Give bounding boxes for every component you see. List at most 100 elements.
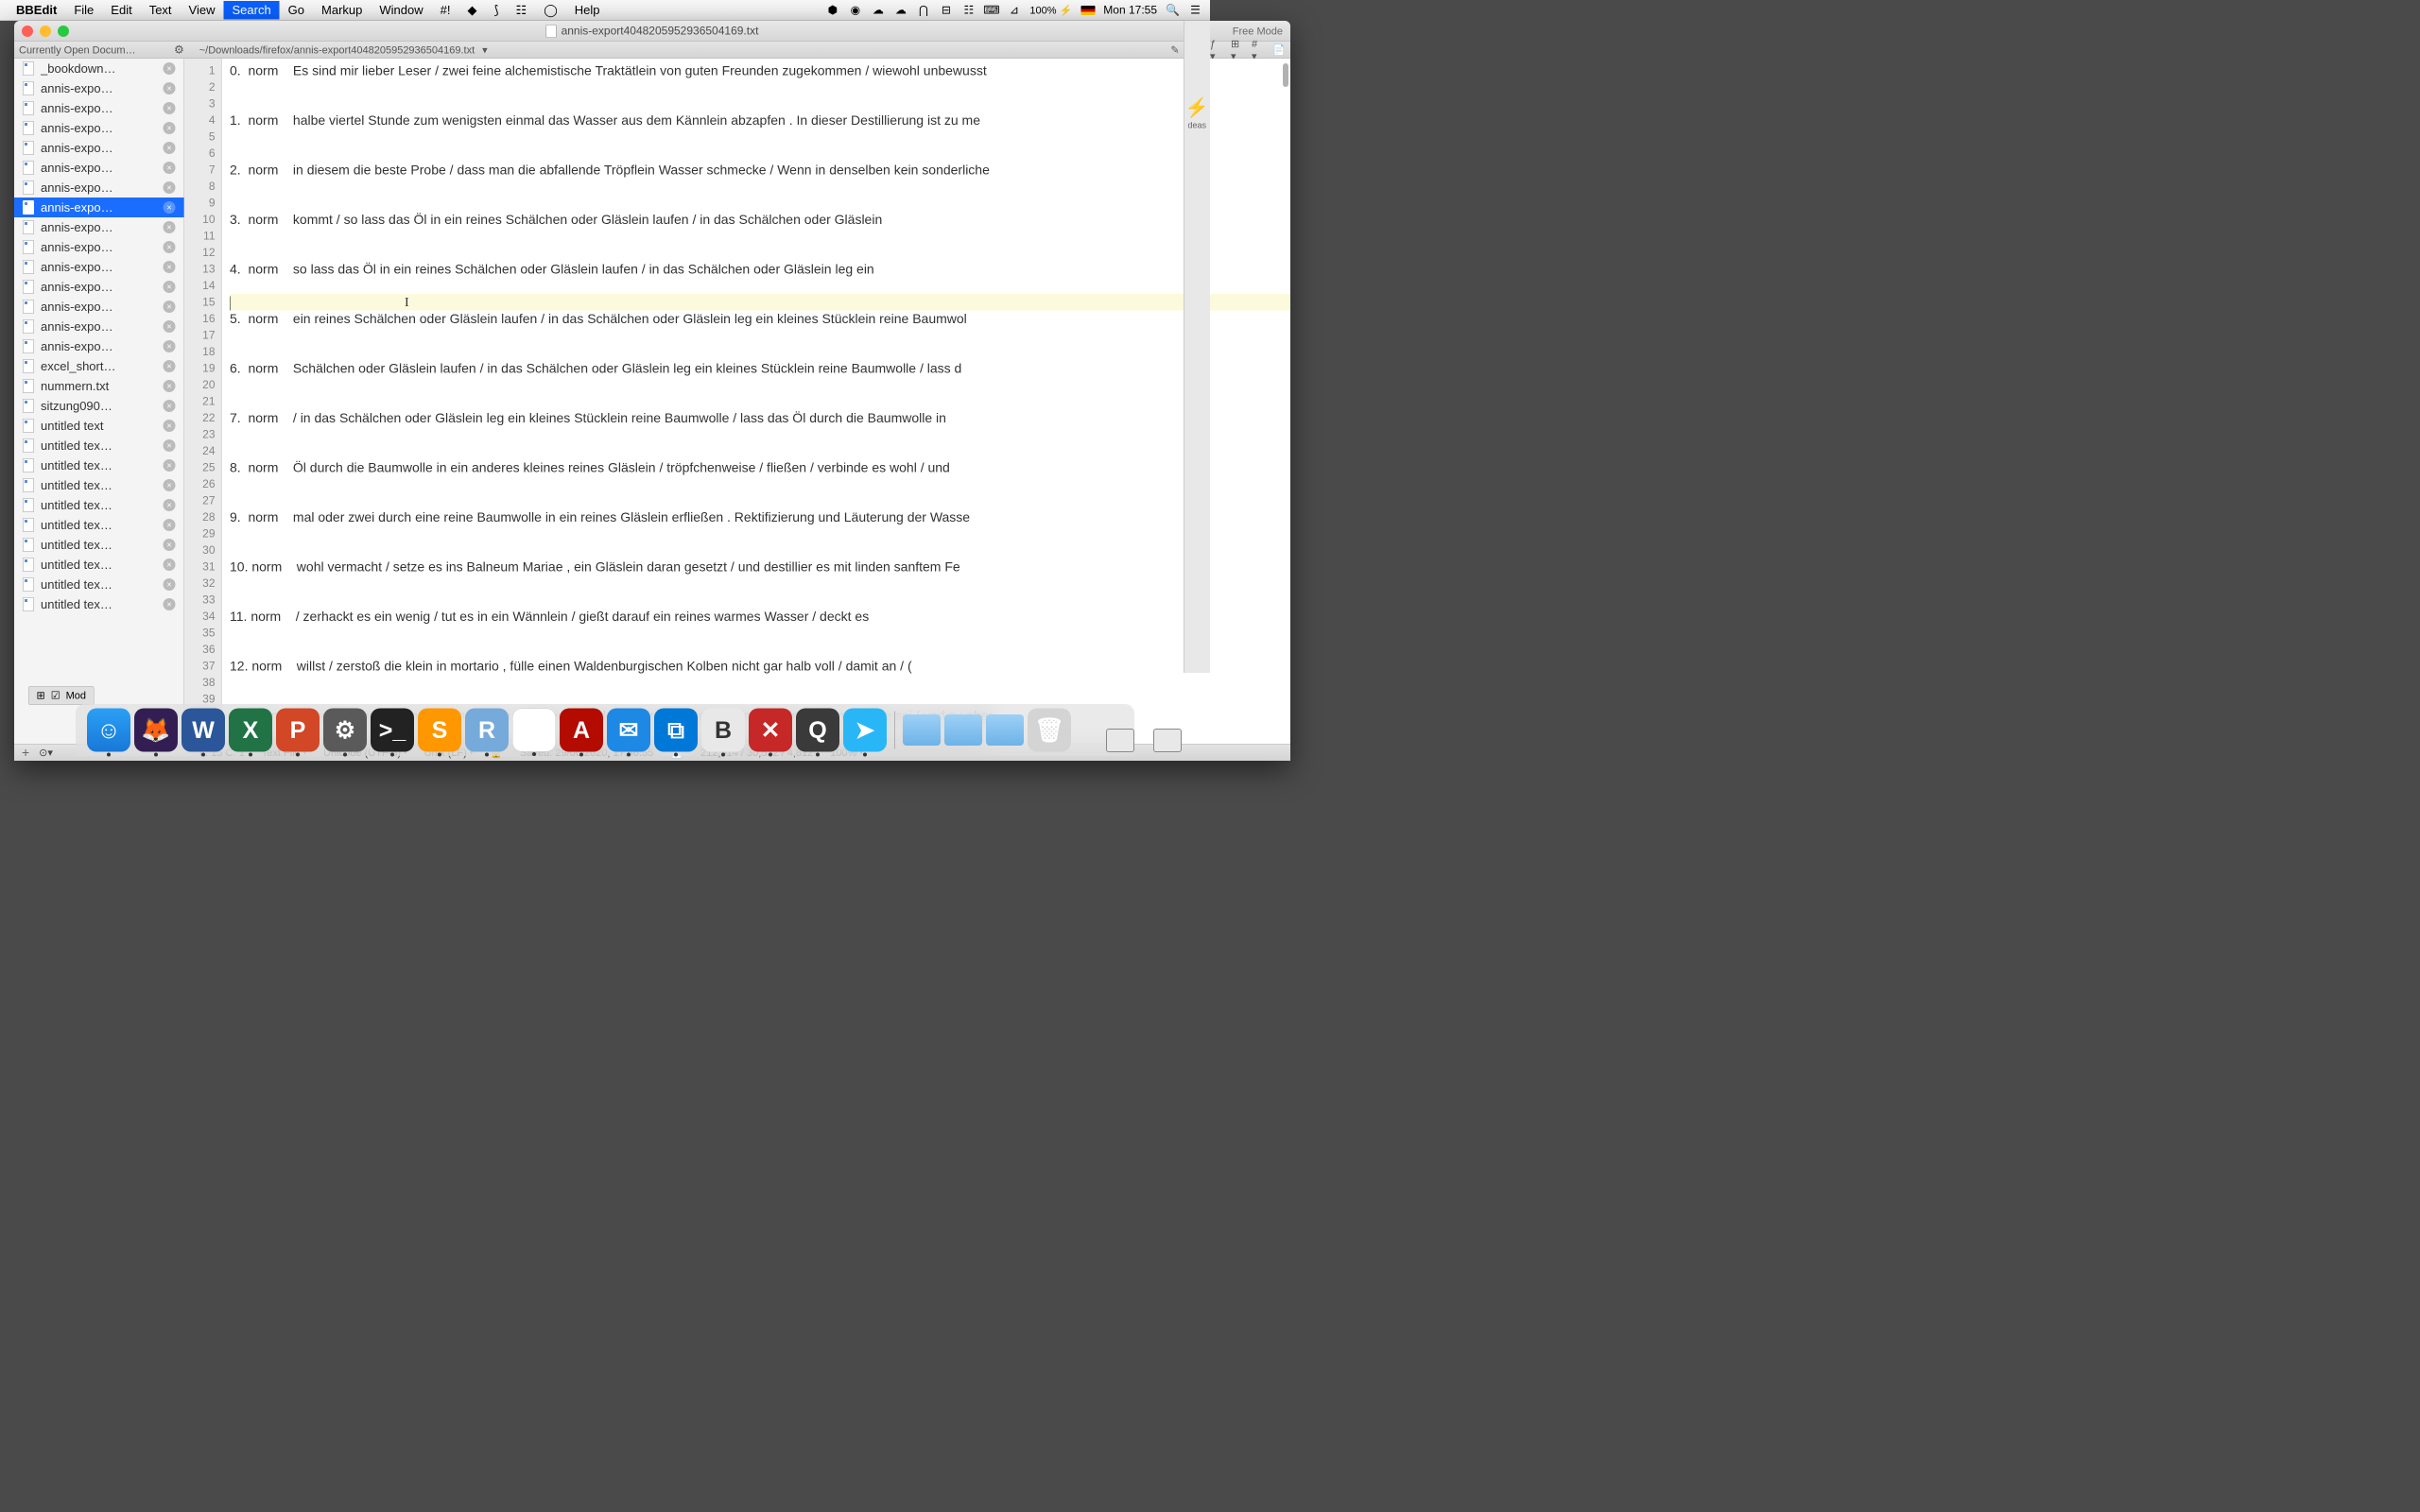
sidebar-document-item[interactable]: annis-expo… × — [14, 257, 184, 277]
search-icon[interactable]: 🔍 — [1166, 3, 1180, 17]
sidebar-document-item[interactable]: annis-expo… × — [14, 297, 184, 317]
close-document-icon[interactable]: × — [164, 439, 176, 452]
dock-trash[interactable]: 🗑 — [1028, 709, 1071, 752]
new-doc-icon[interactable]: 📄 — [1272, 44, 1286, 56]
menu-view[interactable]: View — [181, 1, 224, 20]
close-document-icon[interactable]: × — [164, 82, 176, 94]
dock-app-rstudio[interactable]: R — [465, 709, 509, 752]
close-document-icon[interactable]: × — [164, 102, 176, 114]
sidebar-document-item[interactable]: annis-expo… × — [14, 237, 184, 257]
editor-line[interactable] — [230, 426, 1290, 443]
bolt-icon[interactable]: ⚡ — [1185, 96, 1209, 119]
path-dropdown-icon[interactable]: ▾ — [482, 43, 488, 56]
editor-line[interactable]: 3. norm kommt / so lass das Öl in ein re… — [230, 212, 1290, 229]
menu-go[interactable]: Go — [280, 1, 313, 20]
close-document-icon[interactable]: × — [164, 162, 176, 174]
editor-line[interactable] — [230, 146, 1290, 163]
dock-app-vscode[interactable]: ⧉ — [654, 709, 698, 752]
wifi-icon[interactable]: ⊿ — [1007, 3, 1021, 17]
sidebar-document-item[interactable]: annis-expo… × — [14, 198, 184, 217]
close-document-icon[interactable]: × — [164, 360, 176, 372]
editor-line[interactable] — [230, 95, 1290, 112]
close-document-icon[interactable]: × — [164, 142, 176, 154]
sidebar-document-item[interactable]: untitled tex… × — [14, 475, 184, 495]
sidebar-document-item[interactable]: annis-expo… × — [14, 98, 184, 118]
close-button[interactable] — [22, 26, 33, 37]
close-document-icon[interactable]: × — [164, 201, 176, 214]
sidebar-document-item[interactable]: untitled tex… × — [14, 535, 184, 555]
menubar-icon[interactable]: ☷ — [508, 1, 536, 20]
menu-text[interactable]: Text — [141, 1, 181, 20]
dock-app-adobe[interactable]: A — [560, 709, 603, 752]
dock-app-telegram[interactable]: ➤ — [843, 709, 887, 752]
dock-app-xapp[interactable]: ✕ — [749, 709, 792, 752]
close-document-icon[interactable]: × — [164, 122, 176, 134]
sidebar-document-item[interactable]: untitled tex… × — [14, 455, 184, 475]
editor-line[interactable] — [230, 576, 1290, 593]
editor-line[interactable] — [230, 278, 1290, 295]
close-document-icon[interactable]: × — [164, 301, 176, 313]
menu-file[interactable]: File — [65, 1, 102, 20]
sidebar-document-item[interactable]: _bookdown… × — [14, 59, 184, 78]
editor-line[interactable] — [230, 525, 1290, 542]
editor-line[interactable]: 5. norm ein reines Schälchen oder Gläsle… — [230, 311, 1290, 328]
close-document-icon[interactable]: × — [164, 420, 176, 432]
editor-line[interactable] — [230, 675, 1290, 692]
dock-app-terminal[interactable]: >_ — [371, 709, 414, 752]
menuextra-icon[interactable]: ☁ — [871, 3, 885, 17]
editor-line[interactable] — [230, 642, 1290, 659]
menubar-icon[interactable]: ⟆ — [485, 1, 507, 20]
sidebar-document-item[interactable]: untitled tex… × — [14, 555, 184, 575]
sidebar-document-item[interactable]: excel_short… × — [14, 356, 184, 376]
editor-line[interactable]: 6. norm Schälchen oder Gläslein laufen /… — [230, 360, 1290, 377]
titlebar[interactable]: annis-export4048205952936504169.txt Free… — [14, 21, 1290, 42]
add-button[interactable]: + — [22, 745, 29, 760]
dock-app-settings[interactable]: ⚙ — [323, 709, 367, 752]
editor-line[interactable] — [230, 327, 1290, 344]
close-document-icon[interactable]: × — [164, 261, 176, 273]
menu-edit[interactable]: Edit — [102, 1, 140, 20]
menuextra-icon[interactable]: ☁ — [893, 3, 908, 17]
editor-line[interactable] — [230, 245, 1290, 262]
close-document-icon[interactable]: × — [164, 320, 176, 333]
sidebar-document-item[interactable]: untitled tex… × — [14, 495, 184, 515]
editor-line[interactable]: 8. norm Öl durch die Baumwolle in ein an… — [230, 459, 1290, 476]
dock-app-excel[interactable]: X — [229, 709, 272, 752]
sidebar-document-item[interactable]: nummern.txt × — [14, 376, 184, 396]
sidebar-document-item[interactable]: annis-expo… × — [14, 78, 184, 98]
editor-line[interactable] — [230, 443, 1290, 460]
close-document-icon[interactable]: × — [164, 539, 176, 551]
sidebar-document-item[interactable]: annis-expo… × — [14, 178, 184, 198]
editor-line[interactable] — [230, 179, 1290, 196]
editor-line[interactable] — [230, 377, 1290, 394]
editor-line[interactable] — [230, 129, 1290, 146]
close-document-icon[interactable]: × — [164, 479, 176, 491]
menuextra-icon[interactable]: ⊟ — [939, 3, 953, 17]
close-document-icon[interactable]: × — [164, 598, 176, 610]
vertical-scrollbar[interactable] — [1283, 63, 1288, 87]
editor-line[interactable] — [230, 492, 1290, 509]
editor-line[interactable]: 1. norm halbe viertel Stunde zum wenigst… — [230, 112, 1290, 129]
editor-line[interactable] — [230, 625, 1290, 642]
menuextra-icon[interactable]: ☷ — [961, 3, 976, 17]
menuextra-icon[interactable]: ⋂ — [916, 3, 930, 17]
close-document-icon[interactable]: × — [164, 181, 176, 194]
editor-line[interactable]: 7. norm / in das Schälchen oder Gläslein… — [230, 410, 1290, 427]
counter-icon[interactable]: ⊞ ▾ — [1231, 44, 1244, 56]
desktop-icon[interactable] — [1153, 729, 1182, 752]
pencil-icon[interactable]: ✎ — [1168, 44, 1182, 56]
editor-line[interactable]: 11. norm / zerhackt es ein wenig / tut e… — [230, 609, 1290, 626]
menu-help[interactable]: Help — [566, 1, 609, 20]
dock-app-chrome[interactable]: ◉ — [512, 709, 556, 752]
dock-app-ppt[interactable]: P — [276, 709, 320, 752]
sidebar-document-item[interactable]: untitled text × — [14, 416, 184, 436]
dock-app-firefox[interactable]: 🦊 — [134, 709, 178, 752]
sidebar-document-item[interactable]: untitled tex… × — [14, 436, 184, 455]
editor-line[interactable] — [230, 592, 1290, 609]
editor-line[interactable] — [230, 344, 1290, 361]
editor-line[interactable]: 12. norm willst / zerstoß die klein in m… — [230, 658, 1290, 675]
dock-app-bbedit[interactable]: B — [701, 709, 745, 752]
menuextra-icon[interactable]: ◉ — [848, 3, 862, 17]
input-source-flag[interactable] — [1080, 6, 1095, 15]
dock-app-finder[interactable]: ☺ — [87, 709, 130, 752]
